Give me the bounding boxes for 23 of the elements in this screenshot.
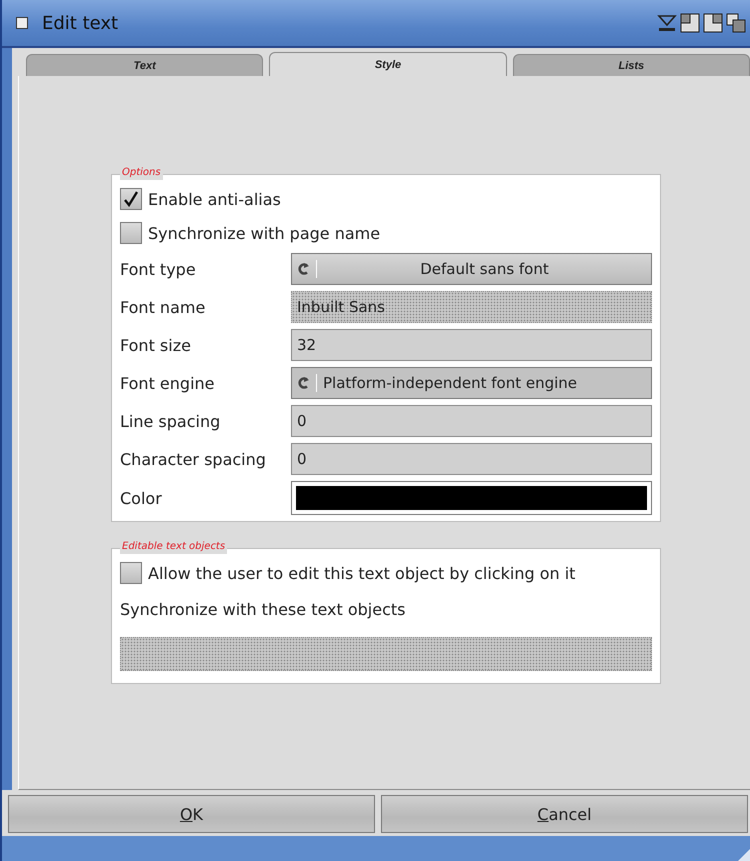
window-title: Edit text <box>42 12 120 34</box>
group-title: Editable text objects <box>120 540 228 554</box>
input-field[interactable]: 0 <box>291 443 652 475</box>
group-title: Options <box>120 166 163 180</box>
checkbox-label: Enable anti-alias <box>148 190 281 208</box>
field-label: Character spacing <box>120 450 267 468</box>
field-label: Font size <box>120 336 192 354</box>
tab[interactable]: Text <box>26 54 264 76</box>
input-field[interactable]: 0 <box>291 405 652 437</box>
tab[interactable]: Style <box>269 52 507 76</box>
field-label: Synchronize with these text objects <box>120 600 406 618</box>
input-field[interactable]: 32 <box>291 329 652 361</box>
field-label: Font type <box>120 260 197 278</box>
checkbox-label: Synchronize with page name <box>148 224 380 242</box>
dialog-button[interactable]: OK <box>8 795 375 833</box>
cycle-button[interactable]: Default sans font <box>291 253 652 285</box>
tab[interactable]: Lists <box>512 54 750 76</box>
field-label: Font name <box>120 298 206 316</box>
dialog-button[interactable]: Cancel <box>381 795 748 833</box>
field-label: Font engine <box>120 374 216 392</box>
field-label: Line spacing <box>120 412 222 430</box>
checkbox-label: Allow the user to edit this text object by clicking on it <box>148 564 576 582</box>
field-label: Color <box>120 488 163 508</box>
